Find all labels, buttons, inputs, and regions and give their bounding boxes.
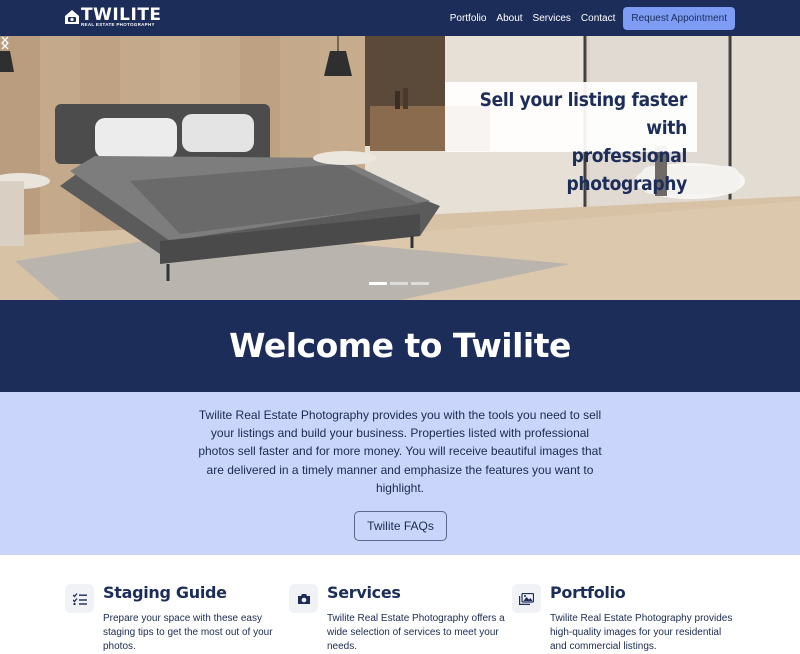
carousel-indicator-3[interactable] (411, 282, 429, 285)
carousel-indicators (369, 282, 432, 285)
house-camera-icon (65, 10, 79, 24)
nav-link-about[interactable]: About (496, 13, 522, 24)
nav-link-contact[interactable]: Contact (581, 13, 615, 24)
card-text: Twilite Real Estate Photography offers a… (327, 613, 505, 652)
hero-caption-line2: professional photography (566, 145, 687, 195)
hero-carousel: Sell your listing faster with profession… (0, 36, 800, 300)
carousel-indicator-1[interactable] (369, 282, 387, 285)
nav-link-services[interactable]: Services (533, 13, 571, 24)
twilite-faqs-button[interactable]: Twilite FAQs (354, 511, 447, 541)
intro-text: Twilite Real Estate Photography provides… (198, 408, 602, 495)
welcome-banner: Welcome to Twilite (0, 300, 800, 392)
card-title: Staging Guide (103, 583, 227, 602)
card-text: Prepare your space with these easy stagi… (103, 613, 273, 652)
card-text: Twilite Real Estate Photography provides… (550, 613, 733, 652)
logo[interactable]: TWILITE REAL ESTATE PHOTOGRAPHY (64, 5, 161, 29)
checklist-icon (65, 584, 94, 613)
nav-menu: Portfolio About Services Contact Request… (440, 0, 735, 36)
card-title: Services (327, 583, 401, 602)
nav-link-portfolio[interactable]: Portfolio (450, 13, 487, 24)
hero-caption: Sell your listing faster with profession… (445, 82, 697, 195)
carousel-indicator-2[interactable] (390, 282, 408, 285)
images-icon (512, 584, 541, 613)
feature-cards: Staging Guide Prepare your space with th… (0, 555, 800, 652)
camera-icon (289, 584, 318, 613)
chevron-right-icon[interactable] (0, 36, 10, 50)
request-appointment-button[interactable]: Request Appointment (623, 6, 735, 30)
card-title: Portfolio (550, 583, 626, 602)
welcome-title: Welcome to Twilite (229, 326, 571, 365)
logo-subtext: REAL ESTATE PHOTOGRAPHY (81, 22, 155, 27)
hero-caption-line1: Sell your listing faster with (479, 89, 688, 139)
navbar: TWILITE REAL ESTATE PHOTOGRAPHY Portfoli… (0, 0, 800, 36)
